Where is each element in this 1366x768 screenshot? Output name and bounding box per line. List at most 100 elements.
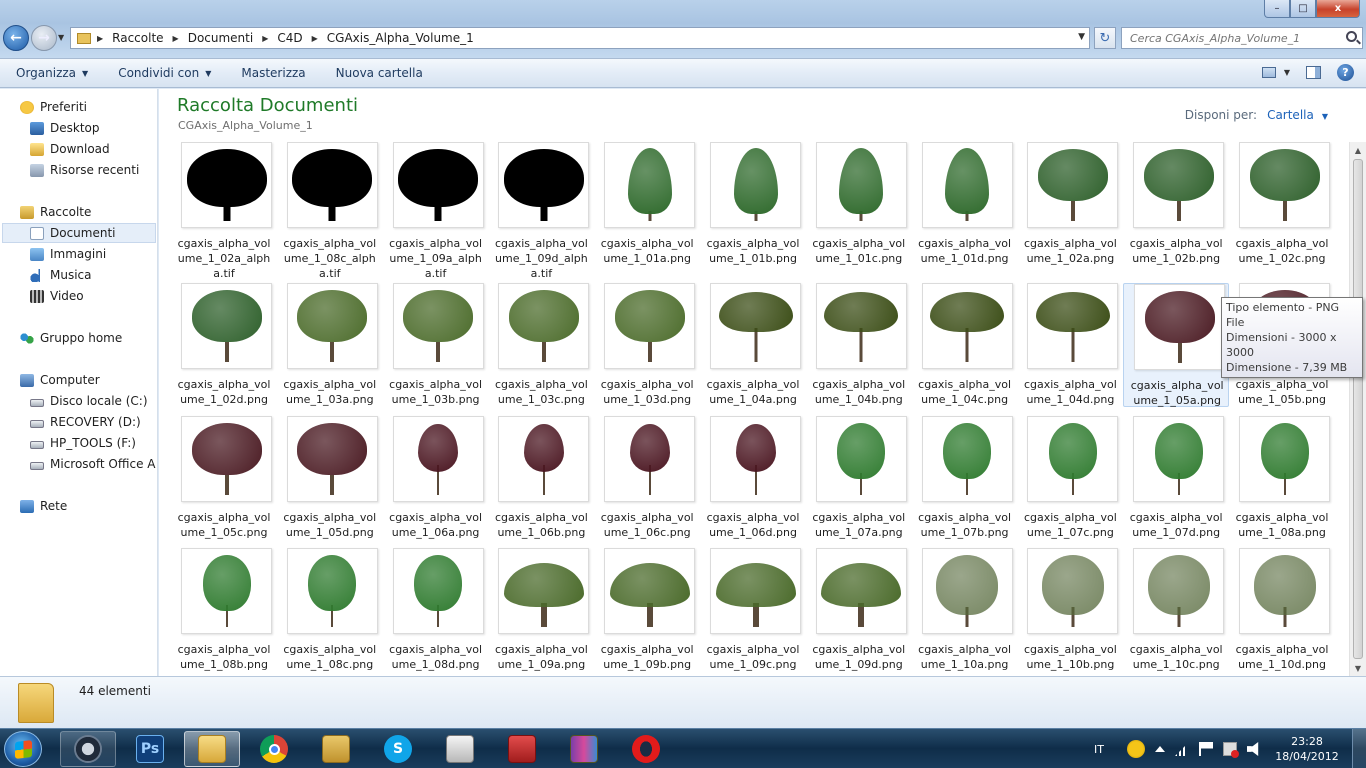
file-item[interactable]: cgaxis_alpha_volume_1_03b.png xyxy=(383,283,489,407)
taskbar-cinema4d[interactable] xyxy=(60,731,116,767)
file-item[interactable]: cgaxis_alpha_volume_1_10a.png xyxy=(912,548,1018,672)
address-dropdown-icon[interactable]: ▼ xyxy=(1078,32,1085,42)
file-item[interactable]: cgaxis_alpha_volume_1_06d.png xyxy=(700,416,806,540)
scroll-thumb[interactable] xyxy=(1353,159,1363,659)
show-hidden-icons-icon[interactable] xyxy=(1155,746,1165,752)
file-item[interactable]: cgaxis_alpha_volume_1_02c.png xyxy=(1229,142,1335,266)
file-item[interactable]: cgaxis_alpha_volume_1_03d.png xyxy=(594,283,700,407)
vertical-scrollbar[interactable]: ▲ ▼ xyxy=(1349,142,1366,676)
file-item[interactable]: cgaxis_alpha_volume_1_10d.png xyxy=(1229,548,1335,672)
address-bar[interactable]: ▶ Raccolte ▶ Documenti ▶ C4D ▶ CGAxis_Alpha… xyxy=(70,27,1090,49)
back-button[interactable]: ← xyxy=(3,25,29,51)
file-item[interactable]: cgaxis_alpha_volume_1_10c.png xyxy=(1123,548,1229,672)
show-desktop-button[interactable] xyxy=(1352,729,1366,768)
file-item[interactable]: cgaxis_alpha_volume_1_06b.png xyxy=(488,416,594,540)
nav-homegroup[interactable]: Gruppo home xyxy=(20,328,122,348)
file-item[interactable]: cgaxis_alpha_volume_1_03a.png xyxy=(277,283,383,407)
taskbar-explorer[interactable] xyxy=(184,731,240,767)
search-icon[interactable] xyxy=(1346,31,1357,42)
refresh-button[interactable]: ↻ xyxy=(1094,27,1116,49)
taskbar-ares[interactable] xyxy=(494,731,550,767)
search-box[interactable] xyxy=(1121,27,1363,49)
language-indicator[interactable]: IT xyxy=(1094,743,1104,756)
taskbar-photo-viewer[interactable] xyxy=(308,731,364,767)
preview-pane-icon[interactable] xyxy=(1306,66,1321,79)
nav-video[interactable]: Video xyxy=(30,286,84,306)
start-button[interactable] xyxy=(4,731,42,767)
file-item[interactable]: cgaxis_alpha_volume_1_07b.png xyxy=(912,416,1018,540)
taskbar-skype[interactable]: S xyxy=(370,731,426,767)
file-item[interactable]: cgaxis_alpha_volume_1_09a.png xyxy=(488,548,594,672)
file-item[interactable]: cgaxis_alpha_volume_1_02a.png xyxy=(1017,142,1123,266)
file-item[interactable]: cgaxis_alpha_volume_1_09d.png xyxy=(806,548,912,672)
taskbar-photoshop[interactable]: Ps xyxy=(122,731,178,767)
close-button[interactable]: x xyxy=(1316,0,1360,18)
file-item[interactable]: cgaxis_alpha_volume_1_07a.png xyxy=(806,416,912,540)
file-item[interactable]: cgaxis_alpha_volume_1_09d_alpha.tif xyxy=(488,142,594,280)
file-item[interactable]: cgaxis_alpha_volume_1_10b.png xyxy=(1017,548,1123,672)
file-item[interactable]: cgaxis_alpha_volume_1_06a.png xyxy=(383,416,489,540)
breadcrumb-c4d[interactable]: C4D ▶ xyxy=(277,31,326,45)
chevron-down-icon[interactable]: ▼ xyxy=(1322,112,1328,121)
file-item[interactable]: cgaxis_alpha_volume_1_02a_alpha.tif xyxy=(171,142,277,280)
taskbar-rar[interactable] xyxy=(556,731,612,767)
nav-network[interactable]: Rete xyxy=(20,496,67,516)
file-item[interactable]: cgaxis_alpha_volume_1_01b.png xyxy=(700,142,806,266)
breadcrumb-documenti[interactable]: Documenti ▶ xyxy=(188,31,278,45)
file-item[interactable]: cgaxis_alpha_volume_1_09c.png xyxy=(700,548,806,672)
breadcrumb-current[interactable]: CGAxis_Alpha_Volume_1 xyxy=(327,31,474,45)
nav-favorites[interactable]: Preferiti xyxy=(20,97,87,117)
warning-icon[interactable] xyxy=(1127,740,1145,758)
nav-drive-office[interactable]: Microsoft Office A p xyxy=(30,454,158,474)
nav-recent[interactable]: Risorse recenti xyxy=(30,160,139,180)
nav-desktop[interactable]: Desktop xyxy=(30,118,100,138)
file-item[interactable]: cgaxis_alpha_volume_1_08b.png xyxy=(171,548,277,672)
nav-drive-d[interactable]: RECOVERY (D:) xyxy=(30,412,141,432)
forward-button[interactable]: → xyxy=(31,25,57,51)
scroll-up-icon[interactable]: ▲ xyxy=(1350,142,1366,158)
scroll-down-icon[interactable]: ▼ xyxy=(1350,660,1366,676)
change-view-icon[interactable] xyxy=(1261,67,1276,78)
file-item[interactable]: cgaxis_alpha_volume_1_07d.png xyxy=(1123,416,1229,540)
nav-download[interactable]: Download xyxy=(30,139,110,159)
file-item[interactable]: cgaxis_alpha_volume_1_01d.png xyxy=(912,142,1018,266)
file-item[interactable]: cgaxis_alpha_volume_1_08c.png xyxy=(277,548,383,672)
taskbar-chrome[interactable] xyxy=(246,731,302,767)
minimize-button[interactable]: – xyxy=(1264,0,1290,18)
burn-button[interactable]: Masterizza xyxy=(225,66,319,80)
file-item[interactable]: cgaxis_alpha_volume_1_08c_alpha.tif xyxy=(277,142,383,280)
history-dropdown-icon[interactable]: ▼ xyxy=(58,33,64,42)
file-item[interactable]: cgaxis_alpha_volume_1_02d.png xyxy=(171,283,277,407)
file-item[interactable]: cgaxis_alpha_volume_1_01a.png xyxy=(594,142,700,266)
network-icon[interactable] xyxy=(1223,742,1239,758)
flag-icon[interactable] xyxy=(1199,742,1213,756)
nav-computer[interactable]: Computer xyxy=(20,370,100,390)
file-item[interactable]: cgaxis_alpha_volume_1_01c.png xyxy=(806,142,912,266)
share-button[interactable]: Condividi con ▼ xyxy=(102,66,225,80)
file-item[interactable]: cgaxis_alpha_volume_1_02b.png xyxy=(1123,142,1229,266)
file-item[interactable]: cgaxis_alpha_volume_1_05d.png xyxy=(277,416,383,540)
volume-icon[interactable] xyxy=(1247,742,1259,756)
file-item[interactable]: cgaxis_alpha_volume_1_04a.png xyxy=(700,283,806,407)
nav-documents[interactable]: Documenti xyxy=(2,223,156,243)
new-folder-button[interactable]: Nuova cartella xyxy=(320,66,437,80)
search-input[interactable] xyxy=(1122,31,1332,45)
file-item[interactable]: cgaxis_alpha_volume_1_04c.png xyxy=(912,283,1018,407)
nav-images[interactable]: Immagini xyxy=(30,244,106,264)
clock[interactable]: 23:28 18/04/2012 xyxy=(1266,734,1348,764)
help-icon[interactable]: ? xyxy=(1337,64,1354,81)
nav-music[interactable]: Musica xyxy=(30,265,92,285)
file-item[interactable]: cgaxis_alpha_volume_1_06c.png xyxy=(594,416,700,540)
file-item[interactable]: cgaxis_alpha_volume_1_05a.png xyxy=(1123,283,1230,407)
file-item[interactable]: cgaxis_alpha_volume_1_03c.png xyxy=(488,283,594,407)
organize-button[interactable]: Organizza ▼ xyxy=(0,66,102,80)
file-item[interactable]: cgaxis_alpha_volume_1_09a_alpha.tif xyxy=(383,142,489,280)
nav-drive-f[interactable]: HP_TOOLS (F:) xyxy=(30,433,136,453)
nav-drive-c[interactable]: Disco locale (C:) xyxy=(30,391,148,411)
maximize-button[interactable]: □ xyxy=(1290,0,1316,18)
taskbar-opera[interactable] xyxy=(618,731,674,767)
file-item[interactable]: cgaxis_alpha_volume_1_08d.png xyxy=(383,548,489,672)
file-item[interactable]: cgaxis_alpha_volume_1_08a.png xyxy=(1229,416,1335,540)
file-item[interactable]: cgaxis_alpha_volume_1_09b.png xyxy=(594,548,700,672)
taskbar-video[interactable] xyxy=(432,731,488,767)
